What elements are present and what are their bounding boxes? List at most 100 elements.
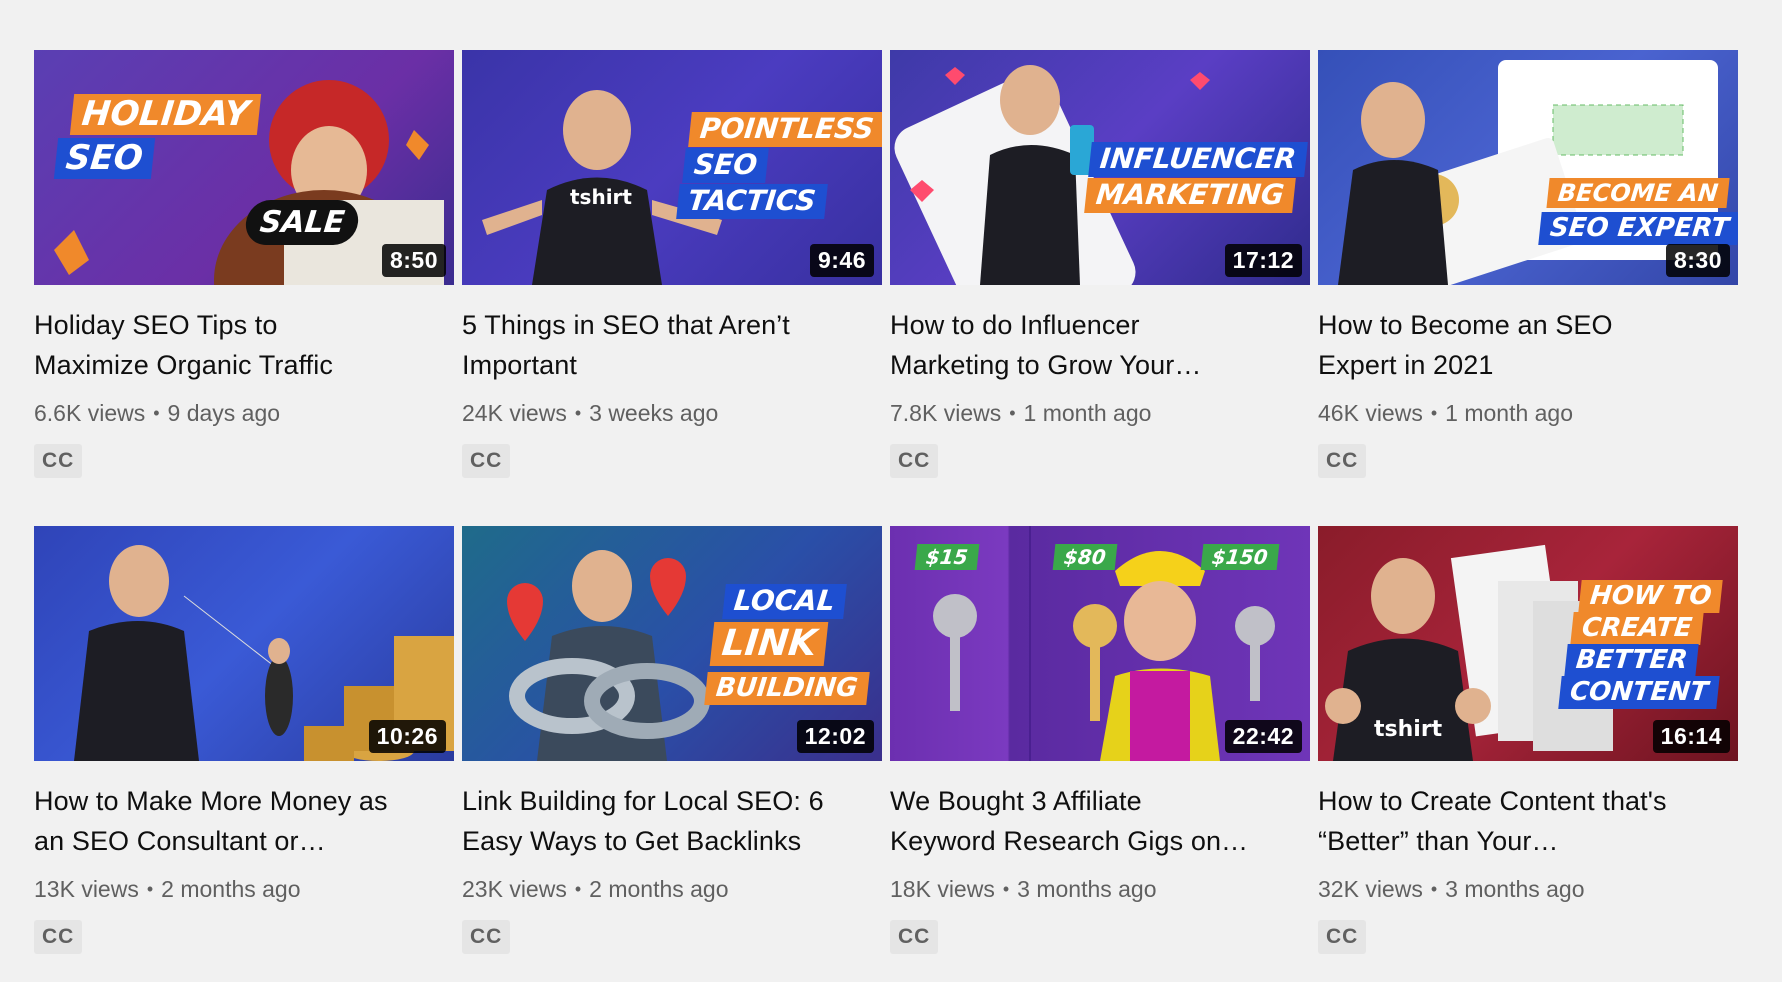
thumb-text-link: LINK xyxy=(709,622,829,666)
separator-dot: • xyxy=(1430,403,1438,423)
upload-age: 3 weeks ago xyxy=(589,400,719,426)
video-title[interactable]: 5 Things in SEO that Aren’t Important xyxy=(462,305,882,385)
thumb-text-become-an: BECOME AN xyxy=(1546,178,1730,209)
video-title-line: How to Create Content that's xyxy=(1318,786,1667,816)
upload-age: 2 months ago xyxy=(589,876,729,902)
upload-age: 3 months ago xyxy=(1017,876,1157,902)
video-meta: 23K views • 2 months ago xyxy=(462,874,882,906)
video-meta: 18K views • 3 months ago xyxy=(890,874,1310,906)
video-title-line: How to do Influencer xyxy=(890,310,1140,340)
video-title-line: “Better” than Your… xyxy=(1318,826,1559,856)
thumb-text-content: CONTENT xyxy=(1558,676,1720,709)
video-duration: 9:46 xyxy=(809,244,874,277)
video-title[interactable]: How to do Influencer Marketing to Grow Y… xyxy=(890,305,1310,385)
cc-badge: CC xyxy=(462,920,511,954)
video-meta: 7.8K views • 1 month ago xyxy=(890,398,1310,430)
video-title-line: Link Building for Local SEO: 6 xyxy=(462,786,824,816)
thumb-text-tactics: TACTICS xyxy=(676,184,828,219)
view-count: 24K views xyxy=(462,400,567,426)
video-title-line: How to Become an SEO xyxy=(1318,310,1613,340)
view-count: 18K views xyxy=(890,876,995,902)
video-card[interactable]: INFLUENCER MARKETING 17:12 How to do Inf… xyxy=(890,50,1310,492)
thumb-text-local: LOCAL xyxy=(722,584,847,619)
video-thumbnail[interactable]: HOLIDAY SEO SALE 8:50 xyxy=(34,50,454,285)
thumb-text-seo: SEO xyxy=(682,148,769,183)
cc-badge: CC xyxy=(890,920,939,954)
video-card[interactable]: tshirt POINTLESS SEO TACTICS 9:46 5 Thin… xyxy=(462,50,882,492)
thumb-text-tshirt: tshirt xyxy=(1374,717,1443,742)
thumb-text-how-to: HOW TO xyxy=(1578,580,1724,613)
video-duration: 16:14 xyxy=(1652,720,1730,753)
video-title-line: Holiday SEO Tips to xyxy=(34,310,278,340)
video-meta: 24K views • 3 weeks ago xyxy=(462,398,882,430)
view-count: 6.6K views xyxy=(34,400,146,426)
separator-dot: • xyxy=(153,403,160,423)
video-title-line: We Bought 3 Affiliate xyxy=(890,786,1142,816)
video-card[interactable]: LOCAL LINK BUILDING 12:02 Link Building … xyxy=(462,526,882,968)
video-card[interactable]: BECOME AN SEO EXPERT 8:30 How to Become … xyxy=(1318,50,1738,492)
view-count: 7.8K views xyxy=(890,400,1002,426)
video-title[interactable]: We Bought 3 Affiliate Keyword Research G… xyxy=(890,781,1310,861)
view-count: 23K views xyxy=(462,876,567,902)
cc-badge: CC xyxy=(1318,920,1367,954)
video-title[interactable]: How to Make More Money as an SEO Consult… xyxy=(34,781,454,861)
video-card[interactable]: $15 $80 $150 22:42 We Bought 3 Affiliate… xyxy=(890,526,1310,968)
separator-dot: • xyxy=(1430,879,1438,899)
video-title[interactable]: How to Create Content that's “Better” th… xyxy=(1318,781,1738,861)
upload-age: 9 days ago xyxy=(167,400,281,426)
thumb-text-tshirt: tshirt xyxy=(570,185,632,209)
cc-badge: CC xyxy=(890,444,939,478)
view-count: 32K views xyxy=(1318,876,1423,902)
video-thumbnail[interactable]: tshirt HOW TO CREATE BETTER CONTENT 16:1… xyxy=(1318,526,1738,761)
video-title[interactable]: How to Become an SEO Expert in 2021 xyxy=(1318,305,1738,385)
thumb-text-sale: SALE xyxy=(243,200,361,245)
video-card[interactable]: tshirt HOW TO CREATE BETTER CONTENT 16:1… xyxy=(1318,526,1738,968)
video-duration: 8:50 xyxy=(381,244,446,277)
video-thumbnail[interactable]: $15 $80 $150 22:42 xyxy=(890,526,1310,761)
separator-dot: • xyxy=(574,879,582,899)
video-meta: 32K views • 3 months ago xyxy=(1318,874,1738,906)
video-meta: 6.6K views • 9 days ago xyxy=(34,398,454,430)
cc-badge: CC xyxy=(1318,444,1367,478)
video-title-line: Marketing to Grow Your… xyxy=(890,350,1202,380)
video-meta: 13K views • 2 months ago xyxy=(34,874,454,906)
video-thumbnail[interactable]: tshirt POINTLESS SEO TACTICS 9:46 xyxy=(462,50,882,285)
video-duration: 8:30 xyxy=(1665,244,1730,277)
video-title-line: How to Make More Money as xyxy=(34,786,388,816)
thumb-text-better: BETTER xyxy=(1564,644,1700,677)
video-card[interactable]: HOLIDAY SEO SALE 8:50 Holiday SEO Tips t… xyxy=(34,50,454,492)
thumb-text-influencer: INFLUENCER xyxy=(1088,142,1308,177)
thumb-text-holiday: HOLIDAY xyxy=(69,94,262,136)
video-duration: 10:26 xyxy=(368,720,446,753)
video-thumbnail[interactable]: BECOME AN SEO EXPERT 8:30 xyxy=(1318,50,1738,285)
cc-badge: CC xyxy=(34,444,83,478)
upload-age: 1 month ago xyxy=(1445,400,1574,426)
view-count: 46K views xyxy=(1318,400,1423,426)
thumb-text-seo-expert: SEO EXPERT xyxy=(1538,212,1738,245)
thumb-text-pointless: POINTLESS xyxy=(688,112,882,147)
video-title[interactable]: Holiday SEO Tips to Maximize Organic Tra… xyxy=(34,305,454,385)
cc-badge: CC xyxy=(462,444,511,478)
video-card[interactable]: 10:26 How to Make More Money as an SEO C… xyxy=(34,526,454,968)
upload-age: 1 month ago xyxy=(1023,400,1152,426)
video-title-line: Important xyxy=(462,350,577,380)
video-thumbnail[interactable]: INFLUENCER MARKETING 17:12 xyxy=(890,50,1310,285)
thumb-text-seo: SEO xyxy=(53,138,155,180)
video-title-line: Keyword Research Gigs on… xyxy=(890,826,1249,856)
video-title-line: 5 Things in SEO that Aren’t xyxy=(462,310,790,340)
separator-dot: • xyxy=(146,879,154,899)
video-thumbnail[interactable]: 10:26 xyxy=(34,526,454,761)
thumb-text-price-150: $150 xyxy=(1200,544,1280,570)
video-meta: 46K views • 1 month ago xyxy=(1318,398,1738,430)
video-duration: 12:02 xyxy=(796,720,874,753)
video-title-line: Easy Ways to Get Backlinks xyxy=(462,826,802,856)
separator-dot: • xyxy=(574,403,582,423)
video-title-line: Maximize Organic Traffic xyxy=(34,350,333,380)
video-title[interactable]: Link Building for Local SEO: 6 Easy Ways… xyxy=(462,781,882,861)
separator-dot: • xyxy=(1009,403,1016,423)
video-grid: HOLIDAY SEO SALE 8:50 Holiday SEO Tips t… xyxy=(34,50,1738,968)
thumb-text-marketing: MARKETING xyxy=(1084,178,1296,213)
video-thumbnail[interactable]: LOCAL LINK BUILDING 12:02 xyxy=(462,526,882,761)
thumb-text-price-80: $80 xyxy=(1052,544,1118,570)
thumb-text-create: CREATE xyxy=(1570,612,1704,645)
